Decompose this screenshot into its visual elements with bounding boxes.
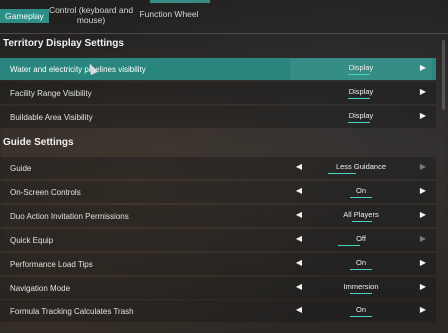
setting-value: Display	[348, 111, 374, 120]
tab-function-wheel-label: Function Wheel	[139, 9, 199, 19]
value-underline	[328, 173, 356, 174]
chevron-right-icon[interactable]: ▶	[418, 186, 428, 195]
value-underline	[338, 245, 360, 246]
setting-value: On	[355, 305, 366, 314]
setting-row-guide[interactable]: Guide ◀ Less Guidance ▶	[0, 157, 436, 179]
tab-control-label: Control (keyboard and mouse)	[48, 5, 134, 25]
chevron-right-icon[interactable]: ▶	[418, 210, 428, 219]
setting-value-control[interactable]: Display ▶	[290, 58, 432, 80]
setting-value: Immersion	[343, 282, 379, 291]
setting-row-navigation-mode[interactable]: Navigation Mode ◀ Immersion ▶	[0, 277, 436, 299]
chevron-right-icon[interactable]: ▶	[418, 234, 428, 243]
setting-label: Performance Load Tips	[10, 259, 93, 269]
setting-value: All Players	[343, 210, 379, 219]
setting-label: Quick Equip	[10, 235, 54, 245]
setting-value: On	[355, 258, 366, 267]
setting-label: Formula Tracking Calculates Trash	[10, 306, 134, 316]
chevron-right-icon[interactable]: ▶	[418, 282, 428, 291]
setting-value-control[interactable]: ◀ On ▶	[290, 181, 432, 203]
setting-row-pipelines-visibility[interactable]: Water and electricity pipelines visibili…	[0, 58, 436, 80]
tab-control-keyboard-mouse[interactable]: Control (keyboard and mouse)	[48, 0, 134, 33]
setting-value-control[interactable]: ◀ On ▶	[290, 253, 432, 275]
setting-row-buildable-area[interactable]: Buildable Area Visibility Display ▶	[0, 106, 436, 128]
setting-value-control[interactable]: ◀ On ▶	[290, 300, 432, 322]
setting-label: Navigation Mode	[10, 283, 71, 293]
value-underline	[348, 98, 370, 99]
tab-gameplay[interactable]: Gameplay	[0, 0, 49, 33]
section-title-guide-settings: Guide Settings	[3, 137, 74, 148]
setting-label: Duo Action Invitation Permissions	[10, 211, 129, 221]
settings-scrollbar[interactable]	[442, 40, 445, 110]
setting-value: Display	[348, 87, 374, 96]
chevron-right-icon[interactable]: ▶	[418, 87, 428, 96]
tab-function-wheel[interactable]: Function Wheel	[138, 0, 200, 33]
setting-row-quick-equip[interactable]: Quick Equip ◀ Off ▶	[0, 229, 436, 251]
chevron-right-icon[interactable]: ▶	[418, 258, 428, 267]
setting-label: Water and electricity pipelines visibili…	[10, 64, 146, 74]
setting-value: Off	[356, 234, 366, 243]
setting-value-control[interactable]: ◀ All Players ▶	[290, 205, 432, 227]
value-underline	[350, 316, 372, 317]
value-underline	[350, 293, 372, 294]
setting-row-duo-action-invitation[interactable]: Duo Action Invitation Permissions ◀ All …	[0, 205, 436, 227]
setting-label: On-Screen Controls	[10, 187, 81, 197]
setting-value-control[interactable]: ◀ Less Guidance ▶	[290, 157, 432, 179]
value-underline	[348, 74, 370, 75]
chevron-right-icon[interactable]: ▶	[418, 305, 428, 314]
value-underline	[350, 269, 372, 270]
setting-row-performance-load-tips[interactable]: Performance Load Tips ◀ On ▶	[0, 253, 436, 275]
value-underline	[352, 221, 372, 222]
setting-value: On	[355, 186, 366, 195]
value-underline	[348, 122, 370, 123]
value-underline	[350, 197, 372, 198]
setting-value-control[interactable]: ◀ Immersion ▶	[290, 277, 432, 299]
setting-value: Display	[348, 63, 374, 72]
setting-label: Buildable Area Visibility	[10, 112, 93, 122]
setting-label: Facility Range Visibility	[10, 88, 92, 98]
setting-row-on-screen-controls[interactable]: On-Screen Controls ◀ On ▶	[0, 181, 436, 203]
setting-value-control[interactable]: Display ▶	[290, 82, 432, 104]
settings-tab-bar: Gameplay Control (keyboard and mouse) Fu…	[0, 0, 448, 34]
chevron-right-icon[interactable]: ▶	[418, 162, 428, 171]
setting-label: Guide	[10, 163, 32, 173]
chevron-right-icon[interactable]: ▶	[418, 111, 428, 120]
tab-gameplay-label: Gameplay	[0, 9, 49, 23]
setting-value-control[interactable]: ◀ Off ▶	[290, 229, 432, 251]
setting-value: Less Guidance	[335, 162, 387, 171]
setting-row-facility-range[interactable]: Facility Range Visibility Display ▶	[0, 82, 436, 104]
setting-value-control[interactable]: Display ▶	[290, 106, 432, 128]
chevron-right-icon[interactable]: ▶	[418, 63, 428, 72]
section-title-territory-display: Territory Display Settings	[3, 38, 124, 49]
setting-row-formula-tracking[interactable]: Formula Tracking Calculates Trash ◀ On ▶	[0, 300, 436, 322]
